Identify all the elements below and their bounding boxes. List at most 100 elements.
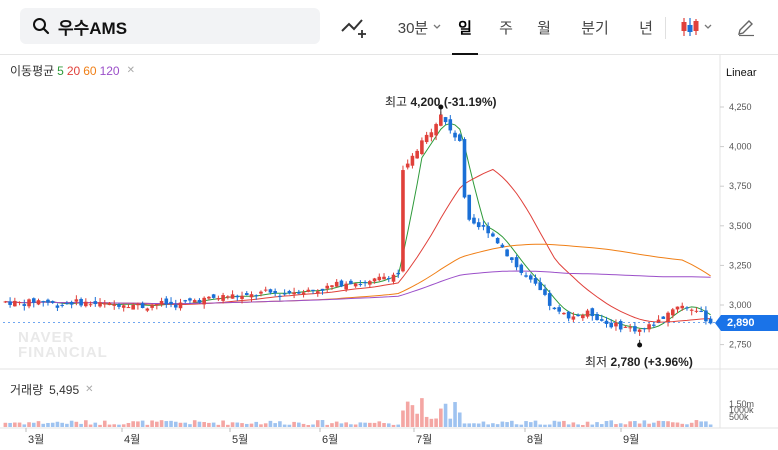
volume-bar <box>69 420 74 427</box>
candle-body <box>599 319 604 321</box>
tab-quarter[interactable]: 분기 <box>578 8 612 46</box>
candle-body <box>84 301 88 307</box>
candle-body <box>500 244 505 248</box>
volume-bar <box>297 422 301 427</box>
moving-average-legend[interactable]: 이동평균 5 20 60 120 ✕ <box>10 62 135 79</box>
candle-body <box>415 150 419 159</box>
low-annotation: 최저 2,780 (+3.96%) <box>585 353 693 370</box>
candle-body <box>372 278 377 282</box>
candle-body <box>65 303 69 305</box>
candle-body <box>576 314 580 317</box>
volume-bar <box>334 421 339 427</box>
month-label: 9월 <box>623 433 639 446</box>
volume-legend-close-icon[interactable]: ✕ <box>85 384 93 395</box>
candle-body <box>320 288 325 291</box>
tab-day[interactable]: 일 <box>452 8 478 46</box>
candle-body <box>566 311 571 319</box>
candle-body <box>31 298 36 303</box>
volume-bar <box>510 420 514 427</box>
candle-body <box>595 313 599 321</box>
volume-bar <box>415 413 419 427</box>
high-annotation: 최고 4,200 (-31.19%) <box>385 93 497 110</box>
candle-body <box>221 295 225 301</box>
stock-search-box[interactable]: 우수AMS <box>20 8 320 44</box>
candle-body <box>590 308 595 317</box>
volume-bar <box>514 424 519 427</box>
volume-legend[interactable]: 거래량 5,495 ✕ <box>10 381 94 398</box>
candles <box>3 111 713 336</box>
volume-bar <box>13 422 17 427</box>
candle-body <box>349 280 353 285</box>
candle-body <box>429 132 434 138</box>
candle-body <box>547 293 552 306</box>
volume-bar <box>102 420 107 427</box>
candle-body <box>581 314 585 319</box>
price-tick-label: 3,250 <box>729 260 752 270</box>
candle-body <box>121 305 126 308</box>
volume-bar <box>476 423 481 427</box>
tab-year[interactable]: 년 <box>634 8 658 46</box>
candle-body <box>192 300 197 303</box>
candle-body <box>604 320 609 324</box>
volume-bar <box>547 424 552 427</box>
volume-bar <box>197 421 202 427</box>
volume-bar <box>618 423 623 427</box>
scale-mode-button[interactable]: Linear <box>726 67 757 79</box>
volume-bar <box>145 424 150 427</box>
volume-bar <box>117 424 121 427</box>
volume-bar <box>282 424 287 427</box>
candle-body <box>55 305 60 308</box>
price-chart[interactable]: 4,250 4,000 3,750 3,500 3,250 3,000 2,750 1.50… <box>0 55 778 450</box>
volume-bar <box>46 422 50 427</box>
volume-bar <box>292 421 296 427</box>
volume-bar <box>661 421 666 427</box>
volume-bar <box>60 422 64 427</box>
volume-bar <box>637 423 642 427</box>
volume-bar <box>50 422 55 427</box>
volume-bar <box>65 423 69 427</box>
volume-bar <box>505 422 509 427</box>
volume-bar <box>439 408 443 427</box>
candlestick-icon <box>681 18 699 36</box>
candle-body <box>396 272 401 275</box>
volume-bar <box>150 420 154 427</box>
candle-body <box>680 305 685 309</box>
candle-body <box>136 304 140 306</box>
ma-legend-close-icon[interactable]: ✕ <box>127 65 135 76</box>
candle-body <box>391 274 396 282</box>
interval-select[interactable]: 30분 <box>396 8 444 46</box>
volume-bar <box>240 423 244 427</box>
volume-bar <box>140 420 145 427</box>
candle-body <box>424 134 429 143</box>
candle-body <box>183 300 188 302</box>
price-tick-label: 3,750 <box>729 181 752 191</box>
volume-bar <box>31 422 36 427</box>
price-tick-label: 4,250 <box>729 102 752 112</box>
chart-type-select[interactable] <box>676 8 716 46</box>
price-tick-label: 3,500 <box>729 221 752 231</box>
candle-body <box>467 194 472 220</box>
candle-body <box>628 327 632 329</box>
month-label: 7월 <box>416 433 432 446</box>
candle-body <box>363 281 367 284</box>
tab-week[interactable]: 주 <box>494 8 518 46</box>
volume-bar <box>704 421 708 427</box>
volume-bar <box>74 421 79 427</box>
candle-body <box>670 309 675 316</box>
watermark-line-1: NAVER <box>18 329 75 346</box>
toolbar-divider <box>665 17 666 39</box>
month-label: 5월 <box>232 433 248 446</box>
price-tick-label: 2,750 <box>729 340 752 350</box>
volume-bar <box>17 422 22 427</box>
candle-body <box>41 301 46 303</box>
tab-month[interactable]: 월 <box>532 8 556 46</box>
candle-body <box>462 139 467 198</box>
candle-body <box>169 301 173 305</box>
volume-bar <box>159 420 164 427</box>
ma5-label: 5 <box>57 63 64 78</box>
drawing-tool-button[interactable] <box>336 8 370 46</box>
candle-body <box>292 292 296 295</box>
volume-bar <box>405 401 410 427</box>
edit-button[interactable] <box>733 8 759 46</box>
low-value: 2,780 <box>610 355 641 369</box>
